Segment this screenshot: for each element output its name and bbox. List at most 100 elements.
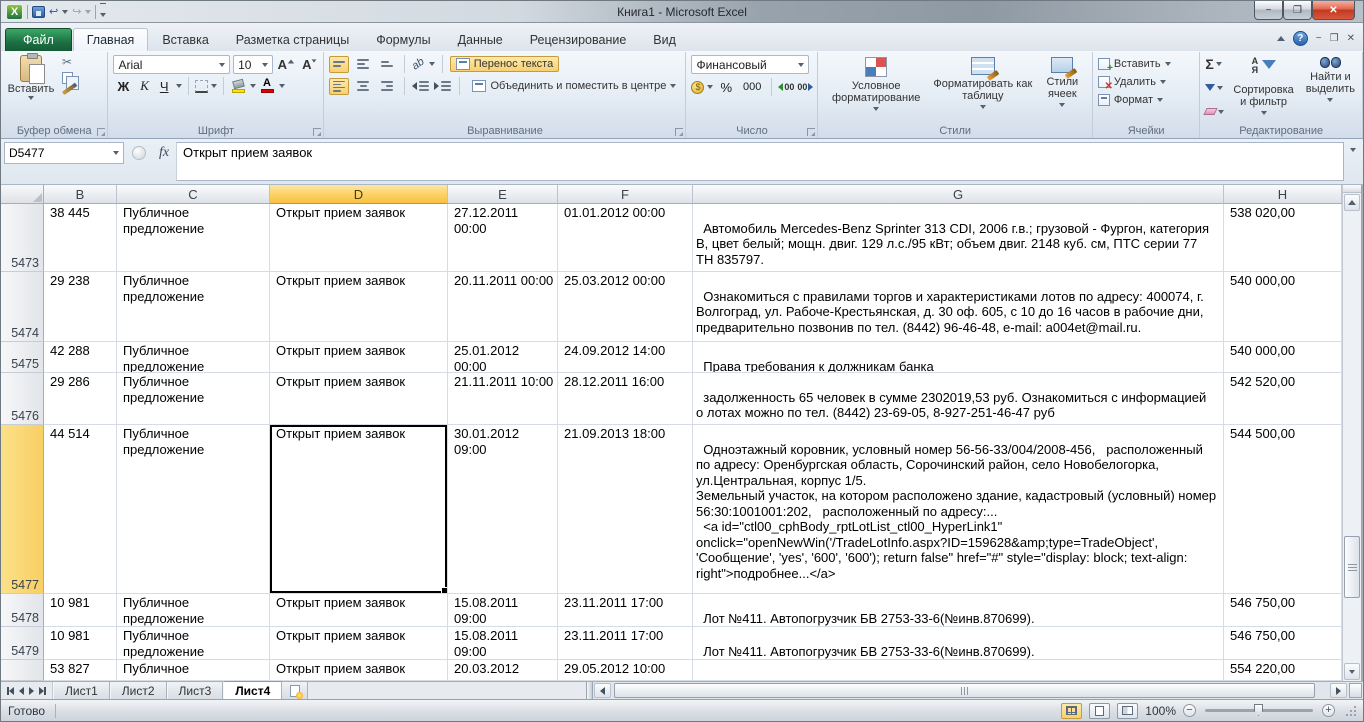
cell[interactable]: Лот №411. Автопогрузчик БВ 2753-33-6(№ин…	[693, 627, 1224, 660]
column-header-g[interactable]: G	[693, 185, 1224, 204]
percent-style-button[interactable]: %	[716, 80, 736, 95]
scroll-down-icon[interactable]	[1344, 663, 1360, 680]
cell[interactable]: Публичное предложение	[117, 342, 270, 373]
cell[interactable]: 25.01.2012 00:00	[448, 342, 558, 373]
sheet-tab-2[interactable]: Лист2	[110, 682, 167, 699]
doc-restore-icon[interactable]: ❐	[1330, 34, 1339, 44]
fill-button[interactable]	[1205, 79, 1224, 96]
cell[interactable]: 20.03.2012 10:00	[448, 660, 558, 681]
tab-home[interactable]: Главная	[73, 28, 149, 51]
cell[interactable]: Ознакомиться с правилами торгов и характ…	[693, 272, 1224, 342]
row-header[interactable]: 5476	[1, 373, 44, 425]
doc-close-icon[interactable]: ✕	[1347, 34, 1355, 44]
cell[interactable]: 21.09.2013 18:00	[558, 425, 693, 594]
zoom-slider[interactable]	[1205, 709, 1313, 712]
conditional-formatting-button[interactable]: Условное форматирование	[823, 55, 929, 122]
first-sheet-icon[interactable]	[7, 687, 14, 695]
minimize-button[interactable]: −	[1254, 1, 1283, 20]
clipboard-dialog-launcher-icon[interactable]	[97, 128, 105, 136]
column-header-f[interactable]: F	[558, 185, 693, 204]
cell[interactable]: 542 520,00	[1224, 373, 1342, 425]
cell[interactable]: 01.01.2012 00:00	[558, 204, 693, 272]
doc-minimize-icon[interactable]: −	[1316, 34, 1322, 44]
cell[interactable]: 29 238	[44, 272, 117, 342]
cell[interactable]: 554 220,00	[1224, 660, 1342, 681]
cell[interactable]: Открыт прием заявок	[270, 272, 448, 342]
expand-formula-bar-icon[interactable]	[1344, 142, 1361, 181]
insert-worksheet-button[interactable]	[282, 682, 308, 699]
italic-button[interactable]: К	[136, 78, 153, 94]
horizontal-scroll-thumb[interactable]	[614, 683, 1315, 698]
decrease-indent-button[interactable]	[412, 78, 430, 95]
cell[interactable]: 546 750,00	[1224, 627, 1342, 660]
paste-button[interactable]: Вставить	[6, 55, 56, 122]
borders-dropdown-icon[interactable]	[211, 84, 217, 88]
last-sheet-icon[interactable]	[39, 687, 46, 695]
cell[interactable]: задолженность 65 человек в сумме 2302019…	[693, 373, 1224, 425]
cell[interactable]: Публичное предложение	[117, 627, 270, 660]
grow-font-button[interactable]: A	[276, 57, 297, 72]
prev-sheet-icon[interactable]	[19, 687, 24, 695]
horizontal-scroll-track[interactable]	[612, 683, 1329, 698]
increase-indent-button[interactable]	[434, 78, 452, 95]
cell[interactable]: 15.08.2011 09:00	[448, 627, 558, 660]
cell[interactable]: 29 286	[44, 373, 117, 425]
tab-insert[interactable]: Вставка	[149, 28, 221, 51]
cell[interactable]: 29.05.2012 10:00	[558, 660, 693, 681]
shrink-font-button[interactable]: A	[300, 57, 319, 72]
number-format-combo[interactable]: Финансовый	[691, 55, 809, 74]
row-header[interactable]: 5473	[1, 204, 44, 272]
cell[interactable]: Открыт прием заявок	[270, 594, 448, 627]
cell[interactable]: 10 981	[44, 594, 117, 627]
cell[interactable]: Публичное предложение	[117, 425, 270, 594]
cell[interactable]: 42 288	[44, 342, 117, 373]
align-right-button[interactable]	[377, 78, 397, 95]
cell[interactable]: Публичное предложение	[117, 373, 270, 425]
column-header-b[interactable]: B	[44, 185, 117, 204]
resize-grip[interactable]	[1346, 706, 1356, 716]
undo-dropdown-icon[interactable]	[62, 10, 68, 14]
row-header[interactable]: 5474	[1, 272, 44, 342]
copy-icon[interactable]	[62, 72, 73, 84]
cell[interactable]: Автомобиль Mercedes-Benz Sprinter 313 CD…	[693, 204, 1224, 272]
name-box[interactable]: D5477	[4, 142, 124, 164]
vertical-scroll-thumb[interactable]	[1344, 536, 1360, 598]
bold-button[interactable]: Ж	[113, 79, 133, 94]
cell[interactable]: 30.01.2012 09:00	[448, 425, 558, 594]
save-icon[interactable]	[32, 6, 45, 18]
alignment-dialog-launcher-icon[interactable]	[675, 128, 683, 136]
zoom-level[interactable]: 100%	[1145, 704, 1176, 718]
cell[interactable]: 27.12.2011 00:00	[448, 204, 558, 272]
cell[interactable]: 540 000,00	[1224, 342, 1342, 373]
zoom-in-button[interactable]: +	[1322, 704, 1335, 717]
selected-cell[interactable]: Открыт прием заявок	[270, 425, 448, 594]
cell[interactable]: 44 514	[44, 425, 117, 594]
accounting-dropdown-icon[interactable]	[707, 85, 713, 89]
insert-cells-button[interactable]: + Вставить	[1098, 55, 1195, 73]
align-middle-button[interactable]	[353, 56, 373, 73]
autosum-button[interactable]: Σ	[1205, 55, 1224, 72]
font-dialog-launcher-icon[interactable]	[313, 128, 321, 136]
cell[interactable]: Публичное предложение	[117, 660, 270, 681]
tab-page-layout[interactable]: Разметка страницы	[223, 28, 362, 51]
row-header[interactable]: 5478	[1, 594, 44, 627]
tab-view[interactable]: Вид	[640, 28, 689, 51]
cell[interactable]: Одноэтажный коровник, условный номер 56-…	[693, 425, 1224, 594]
format-cells-button[interactable]: Формат	[1098, 91, 1195, 109]
paste-dropdown-icon[interactable]	[28, 96, 34, 100]
name-box-dropdown-icon[interactable]	[113, 151, 119, 155]
tab-file[interactable]: Файл	[5, 28, 72, 51]
cell[interactable]: Лот №411. Автопогрузчик БВ 2753-33-6(№ин…	[693, 594, 1224, 627]
column-header-e[interactable]: E	[448, 185, 558, 204]
fill-color-dropdown-icon[interactable]	[250, 84, 256, 88]
cell[interactable]: 25.03.2012 00:00	[558, 272, 693, 342]
cell[interactable]: 538 020,00	[1224, 204, 1342, 272]
scroll-right-icon[interactable]	[1330, 683, 1347, 698]
cell[interactable]: Открыт прием заявок	[270, 627, 448, 660]
formula-input[interactable]: Открыт прием заявок	[176, 142, 1344, 181]
cell[interactable]	[693, 660, 1224, 681]
collapse-ribbon-icon[interactable]	[1277, 36, 1285, 41]
align-left-button[interactable]	[329, 78, 349, 95]
insert-function-icon[interactable]: fx	[152, 142, 176, 164]
vertical-scroll-track[interactable]	[1343, 212, 1361, 662]
